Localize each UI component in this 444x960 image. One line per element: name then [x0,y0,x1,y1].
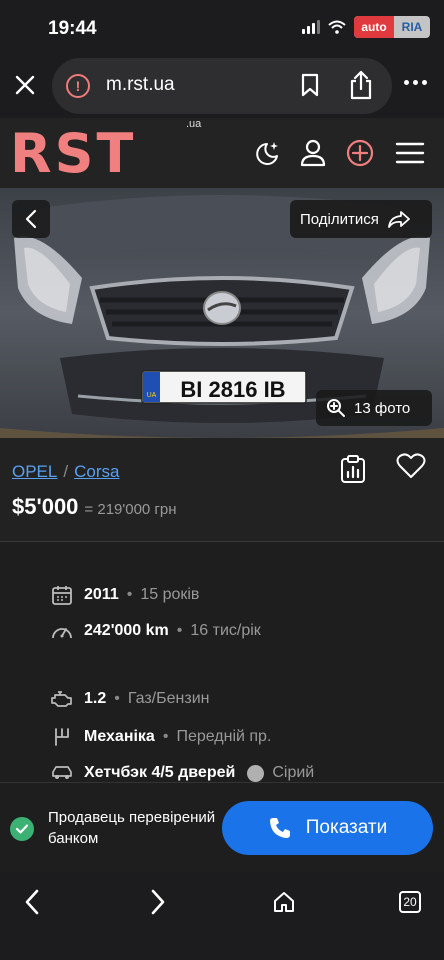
plus-circle-icon [346,139,374,167]
address-bar[interactable]: ! m.rst.ua [52,58,392,114]
engine-icon [50,688,74,710]
status-icons: auto RIA [302,16,430,38]
forward-arrow-icon [387,211,410,228]
back-button[interactable] [12,882,52,922]
home-button[interactable] [264,882,304,922]
add-listing-button[interactable] [343,136,377,170]
share-button[interactable] [348,70,374,105]
compare-icon [341,455,365,483]
price-uah: = 219'000 грн [84,501,177,518]
share-icon [350,70,372,100]
mileage-per-year: 16 тис/рік [190,622,261,639]
mileage-value: 242'000 km [84,622,169,639]
heart-icon [396,453,426,478]
contact-bar: Продавець перевірений банком Показати [0,782,444,872]
age-value: 15 років [140,586,200,603]
close-button[interactable] [10,70,40,100]
spec-year: 2011 • 15 років [50,584,199,606]
car-body-icon [50,762,74,784]
status-time: 19:44 [48,18,97,39]
drive-value: Передній пр. [176,728,272,745]
body-value: Хетчбэк 4/5 дверей [84,764,236,781]
verified-check-icon [10,817,34,841]
chevron-left-icon [25,889,39,915]
phone-icon [269,818,290,838]
autoria-badge[interactable]: auto RIA [354,16,430,38]
site-header: RST .ua [0,118,444,188]
spec-body: Хетчбэк 4/5 дверей Сірий [50,762,314,784]
compare-button[interactable] [340,454,366,489]
chevron-right-icon [151,889,165,915]
verified-seller-text: Продавець перевірений банком [48,809,216,847]
site-warning-icon[interactable]: ! [66,74,90,98]
tabs-count: 20 [399,891,421,913]
photo-count-pill: 13 фото [316,390,432,426]
color-value: Сірий [272,764,315,781]
moon-stars-icon [256,142,278,165]
breadcrumb-separator: / [63,462,69,481]
share-listing-label: Поділитися [300,210,379,228]
spec-separator: • [114,690,120,707]
photo-count-label: 13 фото [354,399,411,417]
tabs-button[interactable]: 20 [390,882,430,922]
gearbox-icon [50,726,74,748]
browser-bar: ! m.rst.ua [0,56,444,118]
hamburger-icon [395,142,425,164]
more-dot [422,80,427,85]
more-dot [404,80,409,85]
bookmark-button[interactable] [300,73,320,102]
plate-country: UA [147,392,157,399]
listing-info: OPEL / Corsa $5'000 = 219'000 грн [0,438,444,542]
rst-logo[interactable]: RST [10,124,136,184]
show-phone-button[interactable]: Показати [222,801,433,855]
share-listing-button[interactable]: Поділитися [290,200,432,238]
fuel-value: Газ/Бензин [127,690,210,707]
night-mode-button[interactable] [250,136,284,170]
wifi-icon [328,20,346,34]
spec-separator: • [126,586,133,603]
bookmark-icon [301,73,319,97]
year-value: 2011 [84,586,119,603]
color-swatch [247,764,265,782]
signal-icon [302,20,320,34]
url-text[interactable]: m.rst.ua [106,74,175,96]
status-bar: 19:44 auto RIA [0,0,444,56]
calendar-icon [50,584,74,606]
spec-engine: 1.2 • Газ/Бензин [50,688,209,710]
price-usd: $5'000 [12,494,79,519]
breadcrumb: OPEL / Corsa [12,462,119,482]
rst-logo-suffix: .ua [186,118,202,130]
badge-part2: RIA [401,20,423,34]
home-icon [274,892,294,912]
show-phone-label: Показати [305,817,388,838]
price: $5'000 = 219'000 грн [12,494,177,520]
brand-link[interactable]: OPEL [12,462,57,481]
browser-nav-bar: 20 [0,872,444,960]
spec-gearbox: Механіка • Передній пр. [50,726,271,748]
user-icon [300,139,326,167]
model-link[interactable]: Corsa [74,462,119,481]
spec-mileage: 242'000 km • 16 тис/рік [50,620,261,642]
engine-value: 1.2 [84,690,107,707]
forward-button[interactable] [138,882,178,922]
more-menu-button[interactable] [404,80,427,85]
gearbox-value: Механіка [84,728,155,745]
speedometer-icon [50,620,74,642]
chevron-left-icon [25,209,37,229]
photo-back-button[interactable] [12,200,50,238]
badge-part1: auto [354,16,394,38]
license-plate: BI 2816 IB [180,377,285,402]
photo-count-button[interactable]: 13 фото [316,390,432,426]
specs-list: 2011 • 15 років 242'000 km • 16 тис/рік … [0,542,444,782]
more-dot [413,80,418,85]
profile-button[interactable] [296,136,330,170]
zoom-icon [327,399,345,417]
close-icon [15,75,35,95]
spec-separator: • [162,728,169,745]
spec-separator: • [176,622,183,639]
favorite-button[interactable] [396,452,426,485]
menu-button[interactable] [393,136,427,170]
